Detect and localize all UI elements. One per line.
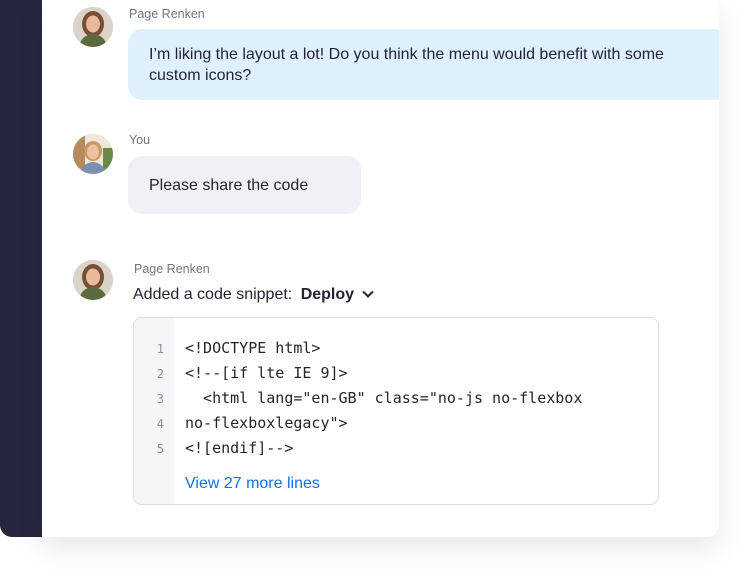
code-line: <![endif]--> (185, 439, 294, 457)
snippet-header: Added a code snippet: Deploy (133, 286, 375, 304)
code-line: no-flexboxlegacy"> (185, 414, 348, 432)
avatar-photo-icon (73, 260, 113, 300)
message-bubble-incoming: I’m liking the layout a lot! Do you thin… (128, 29, 719, 100)
line-number: 1 (156, 342, 164, 356)
avatar-page-renken[interactable] (73, 260, 113, 300)
avatar-you[interactable] (73, 134, 113, 174)
snippet-prefix: Added a code snippet: (133, 286, 293, 303)
avatar-page-renken[interactable] (73, 7, 113, 47)
line-number: 5 (156, 442, 164, 456)
line-number: 4 (156, 417, 164, 431)
sender-name: Page Renken (134, 262, 210, 276)
chat-panel: Page Renken I’m liking the layout a lot!… (42, 0, 719, 537)
chevron-down-icon[interactable] (362, 286, 375, 298)
avatar-photo-icon (73, 7, 113, 47)
code-line: <html lang="en-GB" class="no-js no-flexb… (185, 389, 583, 407)
sender-name: You (129, 133, 151, 147)
code-line: <!DOCTYPE html> (185, 339, 321, 357)
left-sidebar (0, 0, 42, 537)
view-more-lines-link[interactable]: View 27 more lines (185, 475, 320, 493)
avatar-photo-icon (73, 134, 113, 174)
sender-name: Page Renken (129, 7, 205, 21)
code-line: <!--[if lte IE 9]> (185, 364, 348, 382)
code-snippet: 1 <!DOCTYPE html> 2 <!--[if lte IE 9]> 3… (133, 317, 659, 505)
line-number: 2 (156, 367, 164, 381)
line-number: 3 (156, 392, 164, 406)
snippet-name-dropdown[interactable]: Deploy (301, 286, 354, 303)
message-bubble-outgoing: Please share the code (128, 156, 361, 214)
